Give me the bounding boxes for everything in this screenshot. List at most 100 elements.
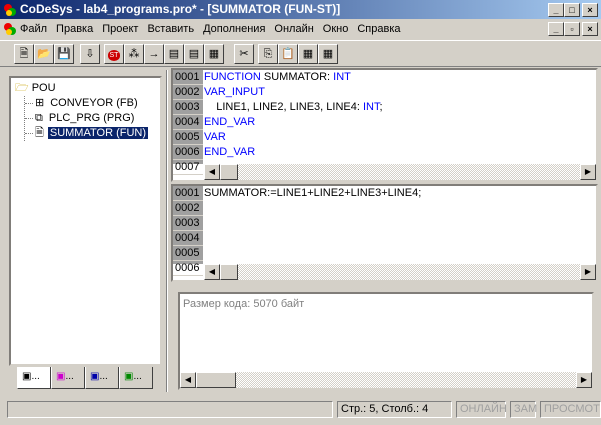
menu-item[interactable]: Правка	[56, 23, 93, 35]
tree-item[interactable]: 🗎 SUMMATOR (FUN)	[35, 126, 148, 141]
code-line: VAR	[204, 130, 383, 145]
organizer-tab[interactable]: ▣...	[85, 367, 119, 389]
scroll-left-button[interactable]: ◀	[180, 372, 196, 388]
close-button[interactable]: ×	[582, 3, 598, 17]
run-button[interactable]: ⁂	[124, 44, 144, 64]
line-number: 0002	[173, 201, 203, 216]
new-icon: 🗎	[19, 48, 29, 60]
scroll-thumb[interactable]	[196, 372, 236, 388]
online-button[interactable]: ▤	[164, 44, 184, 64]
menu-item[interactable]: Дополнения	[203, 23, 265, 35]
doc-restore-button[interactable]: ▫	[564, 22, 580, 36]
find-button[interactable]: ▦	[204, 44, 224, 64]
tree-item-label: PLC_PRG (PRG)	[48, 112, 135, 124]
tab-label: ...	[31, 371, 40, 382]
code-line: END_VAR	[204, 115, 383, 130]
code-line: END_VAR	[204, 145, 383, 160]
keyword: VAR	[204, 131, 226, 143]
keyword: FUNCTION	[204, 71, 261, 83]
minimize-button[interactable]: _	[548, 3, 564, 17]
menu-item[interactable]: Файл	[20, 23, 47, 35]
tree-root-label: POU	[31, 82, 56, 94]
scroll-right-button[interactable]: ▶	[576, 372, 592, 388]
status-position: Стр.: 5, Столб.: 4	[337, 401, 452, 418]
keyword: END_VAR	[204, 146, 256, 158]
keyword: END_VAR	[204, 116, 256, 128]
step-icon: →	[148, 48, 160, 60]
open-button[interactable]: 📂	[34, 44, 54, 64]
tree-connector	[25, 103, 33, 104]
horizontal-scrollbar[interactable]: ◀ ▶	[204, 164, 596, 180]
tab-label: ...	[133, 371, 142, 382]
login-button[interactable]: ⇩	[80, 44, 100, 64]
line-number: 0004	[173, 115, 203, 130]
new-button[interactable]: 🗎	[14, 44, 34, 64]
document-logo-icon	[4, 23, 16, 35]
keyword: INT	[333, 71, 351, 83]
findnext-icon: ▦	[322, 48, 334, 60]
tree-item-label: SUMMATOR (FUN)	[47, 127, 148, 139]
scroll-right-button[interactable]: ▶	[580, 164, 596, 180]
message-window: Размер кода: 5070 байт ◀ ▶	[178, 292, 594, 390]
line-number: 0003	[173, 216, 203, 231]
maximize-button[interactable]: □	[564, 3, 580, 17]
findnext-button[interactable]: ▦	[318, 44, 338, 64]
copy-button[interactable]: ⎘	[258, 44, 278, 64]
stop-button[interactable]: ST	[104, 44, 124, 64]
offline-icon: ▤	[188, 48, 200, 60]
folder-icon: 🗁	[15, 82, 29, 94]
horizontal-scrollbar[interactable]: ◀ ▶	[180, 372, 592, 388]
paste-icon: 📋	[281, 48, 295, 60]
keyword: VAR_INPUT	[204, 86, 265, 98]
menu-bar: Файл Правка Проект Вставить Дополнения Онлайн…	[0, 19, 601, 39]
scroll-left-button[interactable]: ◀	[204, 164, 220, 180]
tree-connector	[25, 118, 33, 119]
organizer-tab[interactable]: ▣...	[119, 367, 153, 389]
offline-button[interactable]: ▤	[184, 44, 204, 64]
doc-minimize-button[interactable]: _	[548, 22, 564, 36]
copy-icon: ⎘	[263, 48, 273, 60]
code-line: VAR_INPUT	[204, 85, 383, 100]
menu-item[interactable]: Вставить	[147, 23, 194, 35]
doc-close-button[interactable]: ×	[582, 22, 598, 36]
cut-button[interactable]: ✂	[234, 44, 254, 64]
line-number: 0006	[173, 145, 203, 160]
fb-icon: ⊞	[35, 97, 45, 109]
scroll-thumb[interactable]	[220, 164, 238, 180]
stop-icon: ST	[107, 50, 121, 61]
menu-item[interactable]: Онлайн	[274, 23, 313, 35]
save-button[interactable]: 💾	[54, 44, 74, 64]
title-bar: CoDeSys - lab4_programs.pro* - [SUMMATOR…	[0, 0, 601, 19]
tree-item[interactable]: ⧉ PLC_PRG (PRG)	[35, 111, 136, 126]
save-icon: 💾	[57, 48, 71, 60]
menu-item[interactable]: Окно	[323, 23, 349, 35]
find2-button[interactable]: ▦	[298, 44, 318, 64]
prg-icon: ⧉	[35, 112, 43, 124]
tree-root-pou[interactable]: 🗁 POU	[15, 81, 56, 96]
organizer-tab[interactable]: ▣...	[17, 367, 51, 389]
declaration-editor[interactable]: 0001 0002 0003 0004 0005 0006 0007 FUNCTION SU…	[171, 68, 598, 182]
splitter[interactable]	[166, 70, 168, 392]
line-number: 0001	[173, 70, 203, 85]
status-ovr: ЗАМ	[510, 401, 537, 418]
tree-item-label: CONVEYOR (FB)	[50, 97, 138, 109]
scroll-thumb[interactable]	[220, 264, 238, 280]
scroll-right-button[interactable]: ▶	[580, 264, 596, 280]
horizontal-scrollbar[interactable]: ◀ ▶	[204, 264, 596, 280]
code-line: SUMMATOR:=LINE1+LINE2+LINE3+LINE4;	[204, 187, 422, 199]
body-editor[interactable]: 0001 0002 0003 0004 0005 0006 SUMMATOR:=LINE1…	[171, 184, 598, 282]
line-number: 0007	[173, 160, 203, 175]
line-number: 0006	[173, 261, 203, 276]
step-button[interactable]: →	[144, 44, 164, 64]
menu-item[interactable]: Справка	[357, 23, 400, 35]
menu-item[interactable]: Проект	[102, 23, 138, 35]
scroll-left-button[interactable]: ◀	[204, 264, 220, 280]
organizer-tab[interactable]: ▣...	[51, 367, 85, 389]
paste-button[interactable]: 📋	[278, 44, 298, 64]
line-number: 0002	[173, 85, 203, 100]
status-online: ОНЛАЙН	[456, 401, 507, 418]
cut-icon: ✂	[239, 48, 249, 60]
tree-item[interactable]: ⊞ CONVEYOR (FB)	[35, 96, 140, 111]
